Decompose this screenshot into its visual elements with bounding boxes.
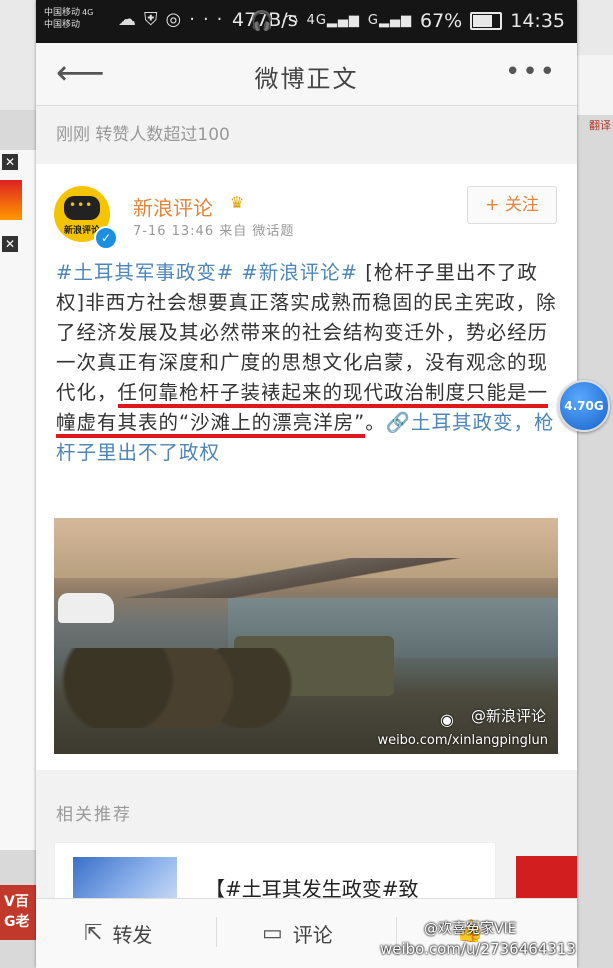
- repost-button[interactable]: ⇱ 转发: [84, 919, 152, 948]
- status-bar: 中国移动 4G 中国移动 ☁⛨◎··· 477B/s 🎧 ◠ 4G▂▄▆ G▂▄▆…: [36, 0, 577, 43]
- battery-icon: [470, 11, 503, 30]
- divider: [216, 917, 217, 947]
- more-options-icon[interactable]: •••: [505, 57, 557, 87]
- cloud-icon: ☁: [118, 9, 144, 30]
- repost-info: 刚刚 转赞人数超过100: [36, 106, 577, 164]
- status-right: 🎧 ◠ 4G▂▄▆ G▂▄▆ 67% 14:35: [250, 9, 565, 33]
- share-icon: ⇱: [84, 921, 103, 946]
- comment-button[interactable]: ▭ 评论: [262, 919, 333, 948]
- weibo-logo-icon: ◉: [440, 710, 454, 729]
- signal-2-icon: G▂▄▆: [367, 13, 412, 28]
- close-icon[interactable]: ✕: [2, 236, 18, 252]
- phone-screen: 中国移动 4G 中国移动 ☁⛨◎··· 477B/s 🎧 ◠ 4G▂▄▆ G▂▄▆…: [36, 0, 577, 968]
- signal-2-label: G: [367, 13, 379, 28]
- background-browser-tabs: 翻译: [575, 55, 613, 132]
- carrier-2: 中国移动: [44, 20, 81, 30]
- headphone-icon: 🎧: [250, 10, 274, 32]
- image-bridge: [54, 558, 558, 598]
- image-watermark-name: @新浪评论: [470, 707, 546, 725]
- comment-icon: ▭: [262, 921, 283, 946]
- notification-icons: ☁⛨◎···: [118, 9, 230, 30]
- more-notifications-icon: ···: [189, 9, 231, 30]
- post-card: 新浪评论 ✓ 新浪评论 ♛ 7-16 13:46 来自 微话题 + 关注 #土耳…: [36, 164, 577, 770]
- battery-percent: 67%: [420, 9, 463, 32]
- background-left-panel: ✕ ✕: [0, 150, 37, 850]
- post-end-text: 。: [365, 411, 386, 434]
- hotspot-icon: ◎: [165, 9, 190, 30]
- comment-label: 评论: [292, 923, 333, 947]
- post-meta: 7-16 13:46 来自 微话题: [133, 224, 295, 239]
- follow-button[interactable]: + 关注: [467, 186, 557, 224]
- repost-label: 转发: [112, 923, 153, 947]
- shield-icon: ⛨: [144, 9, 166, 30]
- carrier-info: 中国移动 4G 中国移动: [44, 7, 93, 31]
- nav-bar: ⟵ 微博正文 •••: [36, 43, 577, 106]
- clock: 14:35: [510, 9, 565, 32]
- page-title: 微博正文: [254, 65, 359, 93]
- carrier-1: 中国移动: [44, 8, 81, 18]
- topic-link[interactable]: #土耳其军事政变#: [56, 261, 234, 284]
- post-text: #土耳其军事政变# #新浪评论# [枪杆子里出不了政权]非西方社会想要真正落实成…: [56, 258, 558, 468]
- image-crowd: [54, 648, 374, 728]
- author-name[interactable]: 新浪评论: [133, 192, 213, 221]
- post-image[interactable]: ◉ @新浪评论 weibo.com/xinlangpinglun: [54, 518, 558, 754]
- verified-badge-icon: ✓: [94, 226, 118, 250]
- crown-icon: ♛: [229, 193, 245, 212]
- signal-1-label: 4G: [306, 13, 327, 28]
- image-car: [58, 593, 114, 623]
- carrier-1-net: 4G: [82, 8, 94, 17]
- background-translate-text: 翻译: [589, 119, 611, 132]
- watermark-url: weibo.com/u/2736464313: [380, 940, 576, 958]
- chat-bubble-icon: [64, 196, 100, 220]
- signal-1-icon: 4G▂▄▆: [306, 13, 360, 28]
- background-ad-thumb: [0, 180, 22, 220]
- wifi-icon: ◠: [281, 9, 299, 32]
- watermark-name: @欢喜冤家VIE: [424, 921, 517, 937]
- close-icon[interactable]: ✕: [2, 154, 18, 170]
- topic-link[interactable]: #新浪评论#: [241, 261, 358, 284]
- floating-data-badge[interactable]: 4.70G: [558, 380, 610, 432]
- recommend-title: 相关推荐: [56, 805, 132, 825]
- background-ad-banner: V百 G老: [0, 885, 40, 940]
- image-watermark-url: weibo.com/xinlangpinglun: [377, 733, 548, 748]
